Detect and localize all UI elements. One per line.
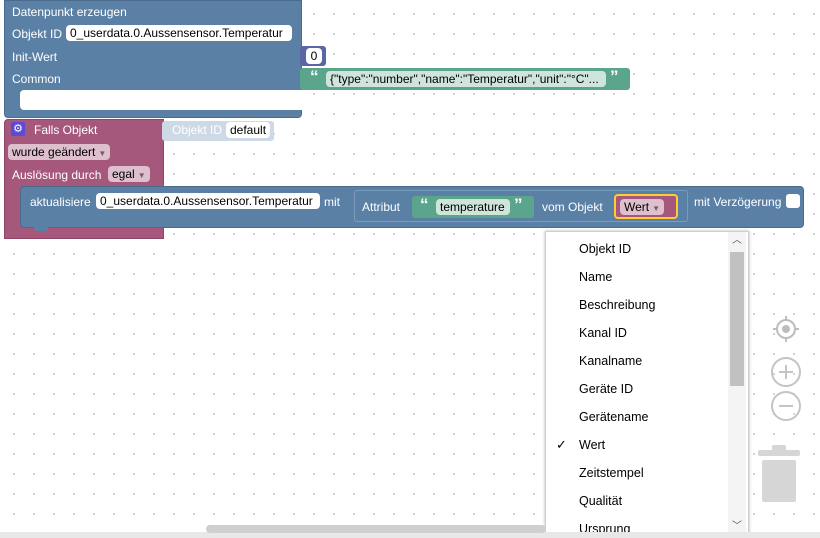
trigger-object-id-field[interactable]: default: [226, 122, 270, 138]
gear-icon[interactable]: ⚙: [11, 122, 25, 136]
menu-item-value[interactable]: Wert: [579, 438, 605, 452]
menu-item-channel-id[interactable]: Kanal ID: [579, 326, 627, 340]
menu-scroll-up-icon[interactable]: ︿: [728, 234, 746, 248]
menu-item-channel-name[interactable]: Kanalname: [579, 354, 642, 368]
close-quote-icon: ”: [610, 67, 619, 86]
value-dropdown-value: Wert: [624, 200, 650, 214]
menu-scrollbar-thumb[interactable]: [730, 252, 744, 386]
trigger-by-dropdown-value: egal: [112, 167, 135, 181]
object-id-label: Objekt ID: [12, 27, 63, 41]
center-workspace-icon[interactable]: [772, 315, 800, 343]
init-value-field[interactable]: 0: [306, 48, 322, 64]
chevron-down-icon: ▼: [98, 149, 107, 158]
attribute-label: Attribut: [362, 200, 401, 214]
trigger-by-dropdown[interactable]: egal ▼: [108, 166, 150, 182]
changed-dropdown-value: wurde geändert: [12, 145, 96, 159]
value-dropdown[interactable]: Wert ▼: [620, 199, 665, 215]
workspace-scrollbar-thumb[interactable]: [206, 525, 546, 533]
with-label: mit: [324, 195, 340, 209]
object-id-field[interactable]: 0_userdata.0.Aussensensor.Temperatur: [66, 25, 292, 41]
attribute-open-quote-icon: “: [420, 195, 429, 214]
common-text-field[interactable]: {"type":"number","name":"Temperatur","un…: [326, 71, 606, 87]
changed-dropdown[interactable]: wurde geändert ▼: [8, 144, 111, 160]
menu-item-name[interactable]: Name: [579, 270, 612, 284]
init-value-label: Init-Wert: [12, 50, 58, 64]
menu-item-description[interactable]: Beschreibung: [579, 298, 655, 312]
menu-item-object-id[interactable]: Objekt ID: [579, 242, 631, 256]
attribute-dropdown-menu[interactable]: Objekt ID Name Beschreibung Kanal ID Kan…: [545, 231, 749, 538]
menu-item-timestamp[interactable]: Zeitstempel: [579, 466, 644, 480]
delay-label: mit Verzögerung: [694, 195, 782, 209]
open-quote-icon: “: [310, 67, 319, 86]
update-label: aktualisiere: [30, 195, 91, 209]
menu-item-device-name[interactable]: Gerätename: [579, 410, 648, 424]
zoom-in-icon[interactable]: [770, 356, 802, 388]
update-block-tab: [34, 226, 48, 231]
from-object-label: vom Objekt: [542, 200, 603, 214]
create-block-statement-slot: [20, 90, 302, 110]
delay-checkbox[interactable]: [786, 194, 800, 208]
trigger-object-id-label: Objekt ID: [172, 123, 223, 137]
trigger-block-title: Falls Objekt: [34, 123, 98, 137]
menu-item-quality[interactable]: Qualität: [579, 494, 622, 508]
chevron-down-icon: ▼: [137, 171, 146, 180]
attribute-close-quote-icon: ”: [514, 195, 523, 214]
chevron-down-icon: ▼: [652, 204, 661, 213]
trash-icon[interactable]: [756, 444, 802, 504]
create-block-title: Datenpunkt erzeugen: [12, 5, 127, 19]
attribute-text-field[interactable]: temperature: [436, 199, 510, 215]
trigger-by-label: Auslösung durch: [12, 168, 102, 182]
zoom-out-icon[interactable]: [770, 390, 802, 422]
common-label: Common: [12, 72, 61, 86]
checkmark-icon: ✓: [556, 437, 567, 452]
menu-item-device-id[interactable]: Geräte ID: [579, 382, 633, 396]
update-object-field[interactable]: 0_userdata.0.Aussensensor.Temperatur: [96, 193, 320, 209]
